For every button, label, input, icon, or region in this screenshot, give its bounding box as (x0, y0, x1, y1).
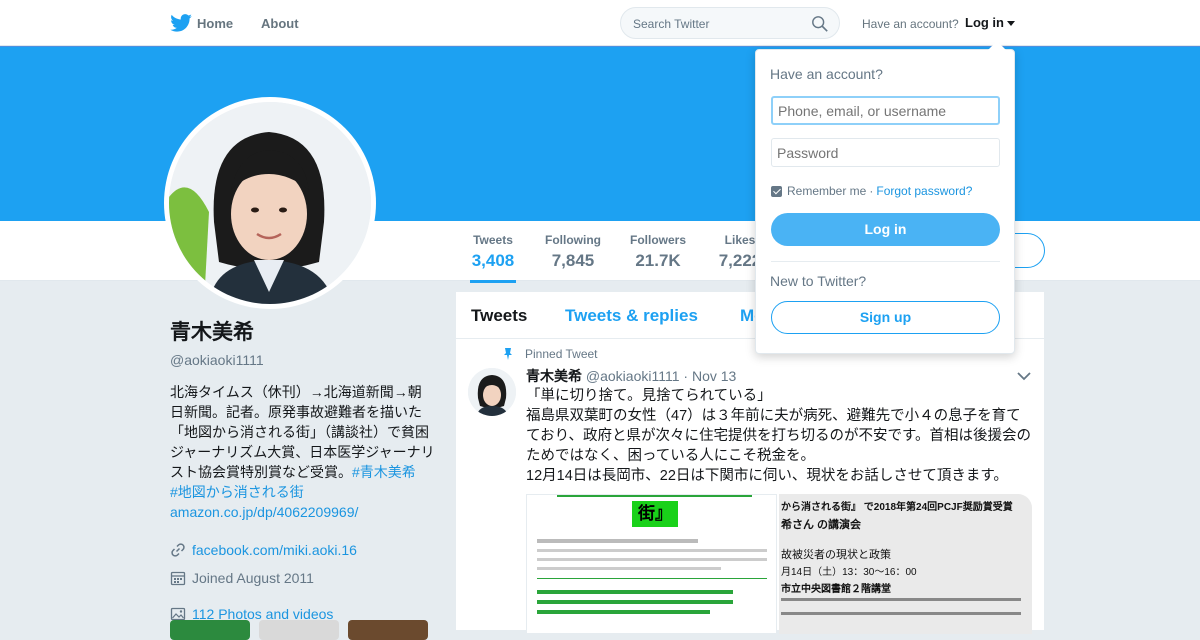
divider (771, 261, 1000, 262)
person-portrait-icon (468, 368, 516, 416)
flyer-rule (781, 598, 1021, 601)
password-field[interactable] (771, 138, 1000, 167)
profile-handle[interactable]: @aokiaoki1111 (170, 352, 435, 368)
flyer-line: 希さん の講演会 (781, 519, 862, 531)
flyer-line: 市立中央図書館２階講堂 (781, 584, 891, 595)
stat-value: 3,408 (471, 251, 515, 270)
joined-text: Joined August 2011 (192, 570, 314, 586)
tab-tweets[interactable]: Tweets (471, 306, 527, 326)
stat-value: 21.7K (635, 251, 681, 270)
profile-joined: Joined August 2011 (170, 570, 435, 586)
avatar-photo (169, 102, 371, 304)
tweet-author-handle[interactable]: @aokiaoki1111 (586, 368, 680, 384)
flyer-line: から消される街』 で2018年第24回PCJF奨励賞受賞 (781, 502, 1013, 513)
nav-home-link[interactable]: Home (197, 16, 233, 31)
tweet-line: 「単に切り捨て。見捨てられている」 (526, 388, 772, 404)
person-portrait-icon (169, 102, 371, 304)
tweet-text: 「単に切り捨て。見捨てられている」 福島県双葉町の女性（47）は３年前に夫が病死… (526, 386, 1034, 486)
bio-hashtag-link[interactable]: #地図から消される街 (170, 484, 304, 500)
tweet-date[interactable]: Nov 13 (692, 368, 736, 384)
remember-checkbox[interactable] (771, 185, 782, 197)
stat-tweets[interactable]: Tweets 3,408 (470, 233, 516, 283)
forgot-password-link[interactable]: Forgot password? (876, 184, 972, 198)
nav-about-link[interactable]: About (261, 16, 299, 31)
stat-value: 7,845 (551, 251, 595, 270)
profile-bio: 北海タイムス（休刊）→北海道新聞→朝日新聞。記者。原発事故避難者を描いた「地図か… (170, 382, 435, 522)
photo-thumbnail[interactable] (348, 620, 428, 640)
pin-icon (504, 348, 512, 360)
top-navigation-bar: Home About Search Twitter Have an accoun… (0, 0, 1200, 46)
tweet-media-image[interactable]: から消される街』 で2018年第24回PCJF奨励賞受賞 希さん の講演会 故被… (779, 494, 1032, 634)
tab-tweets-and-replies[interactable]: Tweets & replies (565, 306, 698, 326)
chevron-down-icon[interactable] (1017, 371, 1031, 381)
flyer-body (537, 535, 767, 630)
twitter-bird-icon[interactable] (170, 14, 192, 32)
tweet-avatar[interactable] (468, 368, 516, 416)
profile-avatar[interactable] (164, 97, 376, 309)
profile-name[interactable]: 青木美希 (170, 316, 435, 346)
bio-url-link[interactable]: amazon.co.jp/dp/4062209969/ (170, 504, 358, 520)
tweet-media-image[interactable]: 街』 (526, 494, 777, 634)
caret-down-icon[interactable] (1007, 21, 1015, 26)
tweet-header: 青木美希 @aokiaoki1111 · Nov 13 (526, 366, 736, 386)
new-to-twitter-text: New to Twitter? (770, 273, 867, 289)
flyer-rule (781, 612, 1021, 615)
dropdown-arrow (988, 41, 1006, 50)
search-placeholder: Search Twitter (633, 17, 710, 31)
flyer-title: 街』 (632, 501, 678, 527)
tweet-line: 福島県双葉町の女性（47）は３年前に夫が病死、避難先で小４の息子を育てており、政… (526, 408, 1032, 464)
separator-dot: · (869, 184, 874, 198)
stat-label: Following (545, 233, 601, 247)
bio-hashtag-link[interactable]: #青木美希 (352, 464, 416, 480)
tweet-line: 12月14日は長岡市、22日は下関市に伺い、現状をお話しさせて頂きます。 (526, 468, 1008, 484)
photo-thumbnail[interactable] (259, 620, 339, 640)
username-field[interactable] (771, 96, 1000, 125)
website-link[interactable]: facebook.com/miki.aoki.16 (192, 542, 357, 558)
login-menu-link[interactable]: Log in (965, 15, 1004, 30)
search-icon[interactable] (811, 15, 829, 33)
link-icon (171, 543, 185, 557)
signup-button[interactable]: Sign up (771, 301, 1000, 334)
flyer-line: 月14日（土）13：30～16：00 (781, 567, 917, 578)
flyer-rule (557, 495, 752, 497)
stat-label: Followers (629, 233, 686, 247)
photo-thumbnail[interactable] (170, 620, 250, 640)
tweet-author-name[interactable]: 青木美希 (526, 368, 582, 384)
profile-website: facebook.com/miki.aoki.16 (170, 542, 435, 558)
stat-followers[interactable]: Followers 21.7K (629, 233, 687, 271)
stat-label: Tweets (473, 233, 513, 247)
stat-following[interactable]: Following 7,845 (544, 233, 602, 271)
remember-label[interactable]: Remember me (787, 184, 866, 198)
dropdown-title: Have an account? (770, 66, 883, 82)
calendar-icon (170, 571, 186, 586)
flyer-line: 故被災者の現状と政策 (781, 549, 891, 561)
login-dropdown: Have an account? Remember me · Forgot pa… (755, 41, 1015, 354)
login-button[interactable]: Log in (771, 213, 1000, 246)
profile-sidebar: 青木美希 @aokiaoki1111 北海タイムス（休刊）→北海道新聞→朝日新聞… (170, 316, 435, 622)
pinned-label: Pinned Tweet (525, 347, 598, 361)
tweet-dot: · (683, 368, 689, 384)
search-input[interactable]: Search Twitter (620, 7, 840, 39)
remember-row: Remember me · Forgot password? (771, 184, 972, 198)
have-account-text: Have an account? (862, 17, 959, 31)
